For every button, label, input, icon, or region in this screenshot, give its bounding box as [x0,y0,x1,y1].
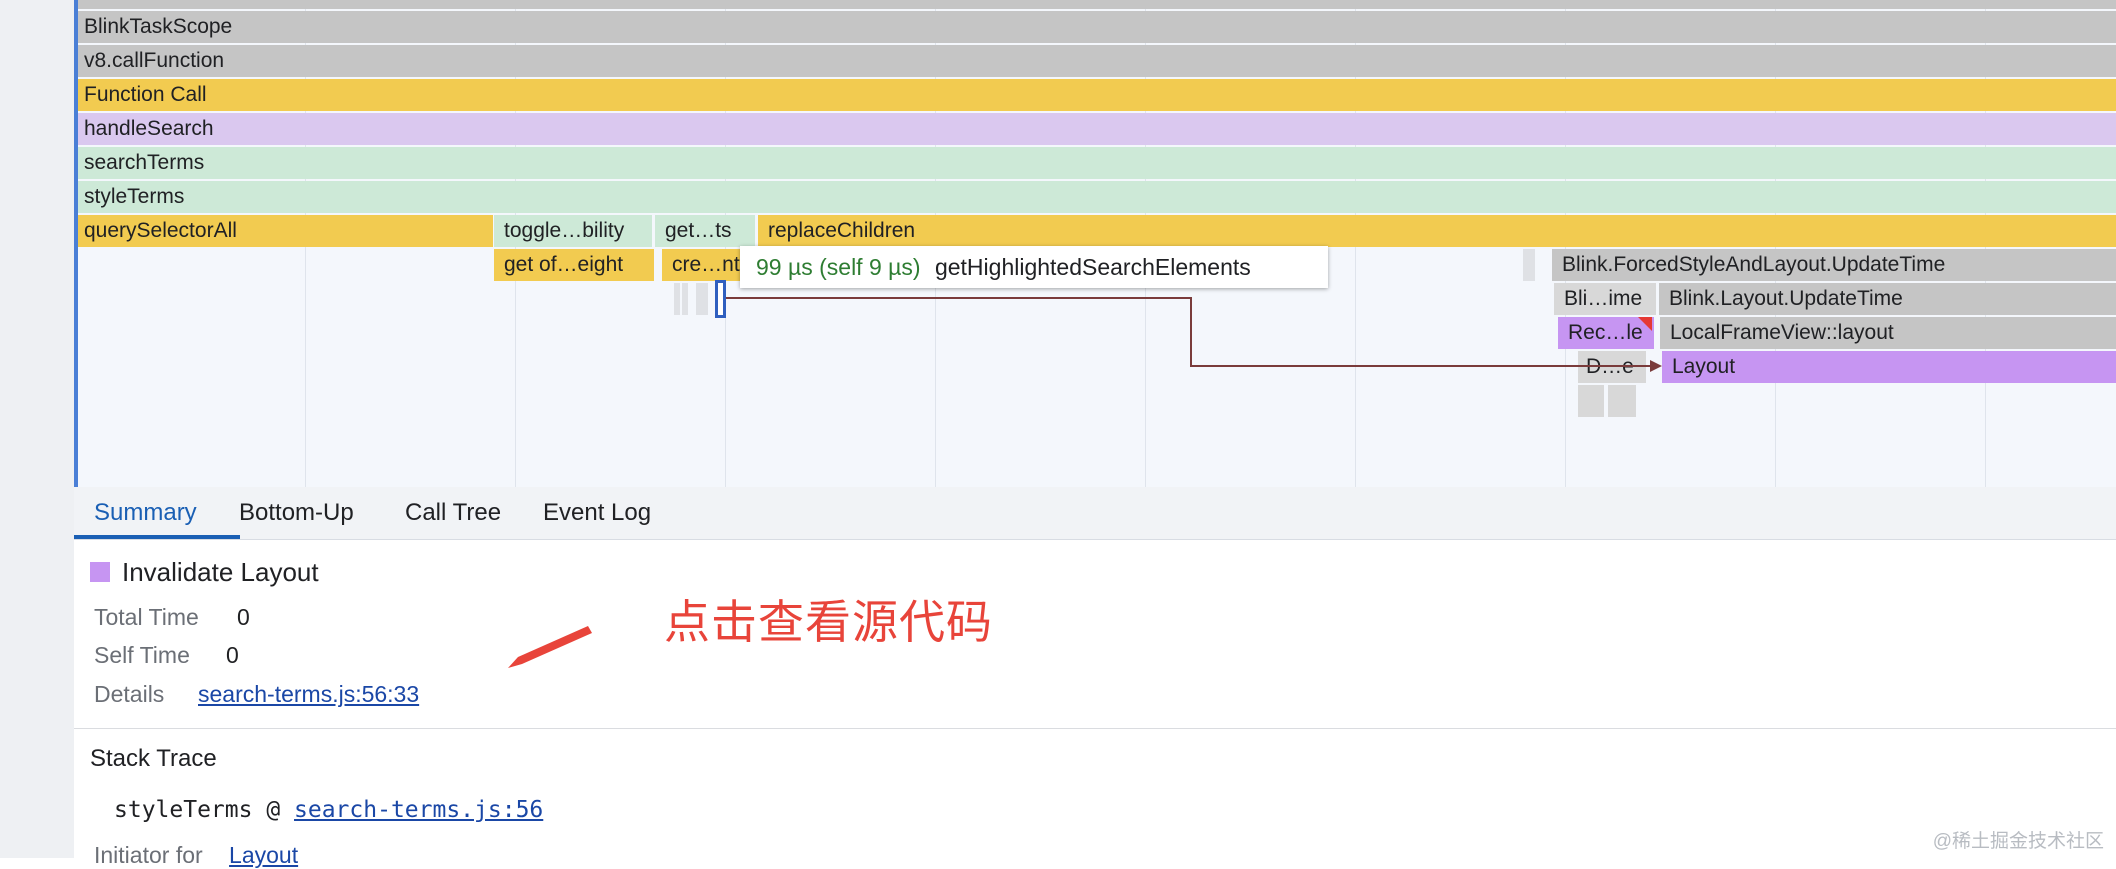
details-source-link[interactable]: search-terms.js:56:33 [198,681,419,708]
stack-trace-title: Stack Trace [90,745,217,772]
stack-frame-link[interactable]: search-terms.js:56 [294,797,543,823]
stack-frame: styleTerms @ search-terms.js:56 [114,797,543,823]
summary-panel: Invalidate Layout Total Time 0 Self Time… [74,540,2116,729]
annotation-text: 点击查看源代码 [664,596,993,648]
category-swatch [90,562,110,582]
initiator-label: Initiator for [94,842,203,868]
details-label: Details [94,681,165,707]
tab-call-tree[interactable]: Call Tree [405,487,501,539]
tab-bottom-up[interactable]: Bottom-Up [239,487,354,539]
tooltip-event-name: getHighlightedSearchElements [934,254,1251,280]
tab-event-log[interactable]: Event Log [543,487,651,539]
tab-label: Summary [94,499,197,526]
summary-title: Invalidate Layout [122,557,319,587]
stack-frame-function: styleTerms @ [114,797,295,823]
tab-summary[interactable]: Summary [74,487,240,539]
self-time-value: 0 [226,642,239,668]
annotation-arrow [508,626,592,668]
self-time-label: Self Time [94,642,190,668]
initiator-arrow [726,297,1662,372]
watermark: @稀土掘金技术社区 [1932,831,2104,852]
total-time-value: 0 [237,604,250,630]
tooltip-time: 99 µs (self 9 µs) [756,254,921,280]
flame-left-border [74,0,78,487]
tab-label: Event Log [543,499,652,526]
total-time-label: Total Time [94,604,199,630]
details-tabs: Summary Bottom-Up Call Tree Event Log [74,487,2116,540]
flame-tooltip: 99 µs (self 9 µs) getHighlightedSearchEl… [740,246,1328,288]
stack-trace-panel: Stack Trace styleTerms @ search-terms.js… [74,729,2116,868]
initiator-link[interactable]: Layout [229,842,298,868]
tab-label: Call Tree [405,499,502,526]
tab-label: Bottom-Up [239,499,354,526]
initiator-row: Initiator for Layout [94,842,298,869]
